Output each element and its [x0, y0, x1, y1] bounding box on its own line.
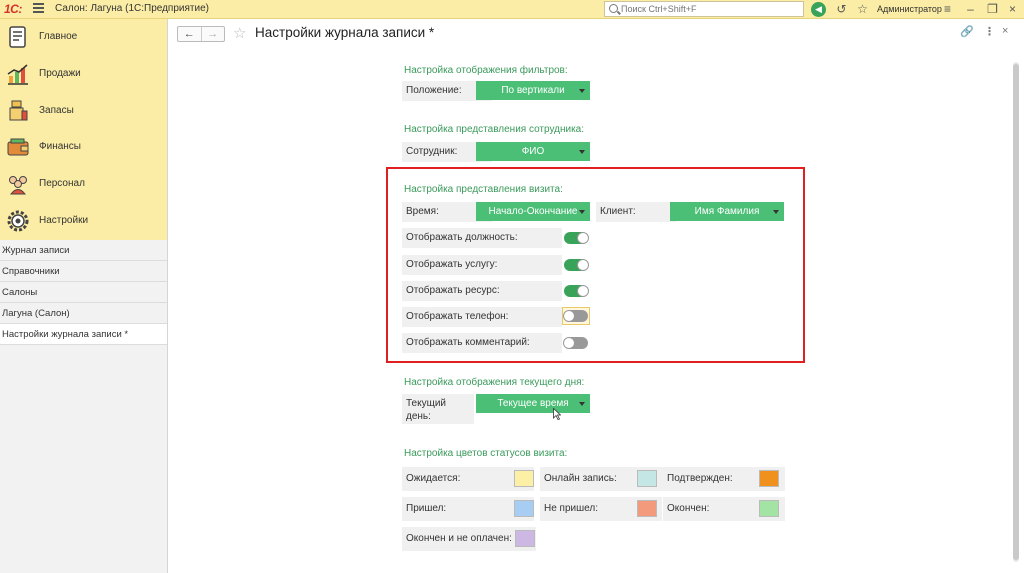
open-item-laguna[interactable]: Лагуна (Салон)	[0, 303, 167, 324]
open-item-references[interactable]: Справочники	[0, 261, 167, 282]
restore-icon[interactable]: ❐	[985, 2, 1000, 17]
chevron-down-icon	[773, 210, 779, 214]
section-label: Запасы	[39, 104, 74, 116]
show-position-toggle[interactable]	[562, 229, 590, 247]
filters-group-title: Настройка отображения фильтров:	[404, 65, 568, 76]
link-icon[interactable]: 🔗	[960, 25, 974, 38]
status-unpaid-color[interactable]	[515, 530, 535, 547]
section-label: Продажи	[39, 67, 81, 79]
main-menu-icon[interactable]	[33, 3, 44, 14]
chevron-down-icon	[579, 150, 585, 154]
chevron-down-icon	[579, 402, 585, 406]
toggle-switch	[564, 285, 589, 297]
search-icon	[609, 4, 618, 13]
position-value: По вертикали	[501, 85, 565, 96]
section-settings[interactable]: Настройки	[0, 203, 167, 240]
vertical-scrollbar[interactable]	[1013, 62, 1019, 562]
status-waiting-color[interactable]	[514, 470, 534, 487]
title-bar: 1С: Салон: Лагуна (1С:Предприятие) ◀ ↺ ☆…	[0, 0, 1024, 19]
toggle-switch	[564, 232, 589, 244]
open-item-journal-settings[interactable]: Настройки журнала записи *	[0, 324, 167, 345]
open-item-journal[interactable]: Журнал записи	[0, 240, 167, 261]
history-icon[interactable]: ↺	[834, 2, 849, 17]
status-finished-color[interactable]	[759, 500, 779, 517]
status-colors-group-title: Настройка цветов статусов визита:	[404, 448, 568, 459]
show-phone-label: Отображать телефон:	[402, 307, 562, 327]
section-label: Главное	[39, 31, 78, 42]
section-label: Настройки	[39, 214, 89, 226]
history-nav: ← →	[177, 26, 225, 42]
gear-icon	[7, 210, 29, 232]
toggle-switch	[564, 259, 589, 271]
forward-arrow-icon[interactable]: →	[200, 27, 225, 41]
show-phone-toggle[interactable]	[562, 307, 590, 325]
section-main[interactable]: Главное	[0, 19, 167, 56]
app-title: Салон: Лагуна (1С:Предприятие)	[55, 3, 209, 14]
client-select[interactable]: Имя Фамилия	[670, 202, 784, 221]
favorites-star-icon[interactable]: ☆	[855, 2, 870, 17]
client-value: Имя Фамилия	[694, 206, 760, 217]
section-sales[interactable]: Продажи	[0, 56, 167, 93]
mouse-cursor-icon	[553, 408, 561, 420]
people-icon	[9, 176, 27, 195]
form-area: ← → ☆ Настройки журнала записи * 🔗 ⋮ × Н…	[169, 19, 1024, 573]
section-finance[interactable]: Финансы	[0, 129, 167, 166]
status-online-color[interactable]	[637, 470, 657, 487]
sidebar: Главное Продажи Запасы Финансы Персонал …	[0, 19, 168, 573]
section-label: Финансы	[39, 141, 81, 153]
time-select[interactable]: Начало-Окончание	[476, 202, 590, 221]
settings-menu-icon[interactable]: ≡	[940, 2, 955, 17]
section-staff[interactable]: Персонал	[0, 166, 167, 203]
toggle-switch	[563, 310, 588, 322]
visit-group-title: Настройка представления визита:	[404, 184, 563, 195]
scrollbar-thumb[interactable]	[1013, 64, 1019, 560]
time-value: Начало-Окончание	[488, 206, 578, 217]
minimize-icon[interactable]: –	[963, 2, 978, 17]
show-resource-toggle[interactable]	[562, 282, 590, 300]
employee-value: ФИО	[521, 146, 545, 157]
show-comment-toggle[interactable]	[562, 334, 590, 352]
home-ledger-icon	[9, 26, 26, 48]
close-window-icon[interactable]: ×	[1005, 2, 1020, 17]
current-day-label-line2: день:	[406, 411, 431, 422]
chevron-down-icon	[579, 89, 585, 93]
stock-icon	[9, 100, 28, 121]
section-label: Персонал	[39, 178, 85, 190]
close-form-icon[interactable]: ×	[1002, 25, 1008, 37]
section-stock[interactable]: Запасы	[0, 93, 167, 130]
client-label: Клиент:	[596, 202, 676, 222]
more-menu-icon[interactable]: ⋮	[984, 25, 995, 38]
section-panel: Главное Продажи Запасы Финансы Персонал …	[0, 19, 167, 240]
status-confirmed-color[interactable]	[759, 470, 779, 487]
page-title: Настройки журнала записи *	[255, 25, 435, 40]
status-noshow-color[interactable]	[637, 500, 657, 517]
show-service-toggle[interactable]	[562, 256, 590, 274]
sales-chart-icon	[7, 64, 28, 85]
status-arrived-color[interactable]	[514, 500, 534, 517]
show-service-label: Отображать услугу:	[402, 255, 562, 275]
wallet-icon	[7, 138, 29, 156]
chevron-down-icon	[579, 210, 585, 214]
toggle-switch	[563, 337, 588, 349]
current-day-label-line1: Текущий	[406, 398, 446, 409]
open-item-salons[interactable]: Салоны	[0, 282, 167, 303]
employee-group-title: Настройка представления сотрудника:	[404, 124, 584, 135]
current-day-group-title: Настройка отображения текущего дня:	[404, 377, 585, 388]
search-box[interactable]	[604, 1, 804, 17]
show-resource-label: Отображать ресурс:	[402, 281, 562, 301]
app-logo: 1С:	[4, 2, 22, 16]
current-day-label: Текущий день:	[402, 394, 474, 424]
navigate-icon[interactable]: ◀	[811, 2, 826, 17]
show-comment-label: Отображать комментарий:	[402, 333, 562, 353]
search-input[interactable]	[621, 3, 801, 15]
user-name[interactable]: Администратор	[877, 4, 942, 14]
position-select[interactable]: По вертикали	[476, 81, 590, 100]
show-position-label: Отображать должность:	[402, 228, 562, 248]
current-day-select[interactable]: Текущее время	[476, 394, 590, 413]
open-windows-list: Журнал записи Справочники Салоны Лагуна …	[0, 240, 167, 345]
back-arrow-icon[interactable]: ←	[178, 27, 201, 41]
favorite-star-icon[interactable]: ☆	[233, 24, 246, 42]
employee-select[interactable]: ФИО	[476, 142, 590, 161]
